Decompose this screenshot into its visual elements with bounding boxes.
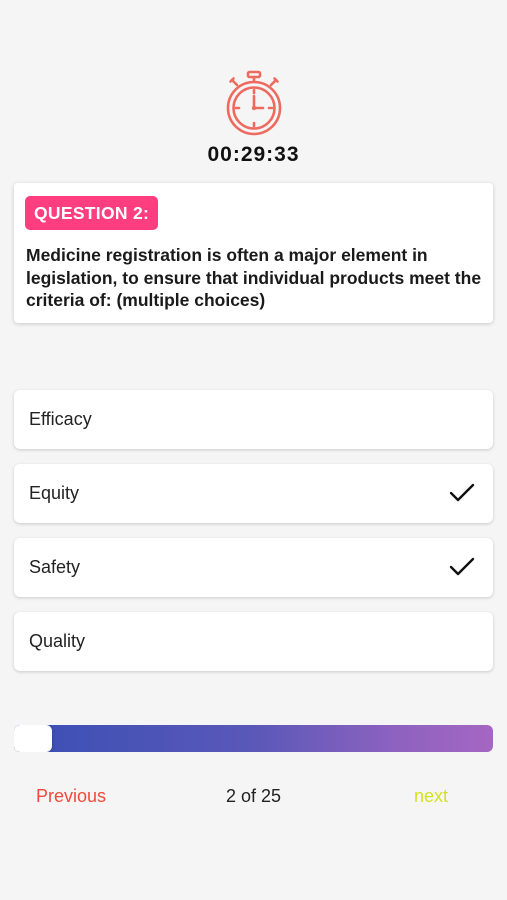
option-label: Safety	[29, 557, 81, 577]
option-equity[interactable]: Equity	[14, 464, 493, 523]
checkmark-icon	[449, 557, 475, 576]
next-button[interactable]: next	[414, 786, 448, 807]
option-label: Equity	[29, 483, 80, 503]
option-label: Quality	[29, 631, 86, 651]
option-quality[interactable]: Quality	[14, 612, 493, 671]
option-efficacy[interactable]: Efficacy	[14, 390, 493, 449]
progress-bar[interactable]	[14, 725, 493, 752]
question-card: QUESTION 2: Medicine registration is oft…	[14, 183, 493, 323]
stopwatch-icon	[226, 70, 282, 136]
question-number-badge: QUESTION 2:	[25, 196, 159, 230]
progress-slider-thumb[interactable]	[14, 725, 52, 752]
quiz-screen: 00:29:33 QUESTION 2: Medicine registrati…	[0, 0, 507, 900]
option-safety[interactable]: Safety	[14, 538, 493, 597]
question-text: Medicine registration is often a major e…	[26, 245, 482, 310]
option-label: Efficacy	[29, 409, 92, 429]
checkmark-icon	[449, 483, 475, 502]
timer-display: 00:29:33	[207, 143, 300, 166]
